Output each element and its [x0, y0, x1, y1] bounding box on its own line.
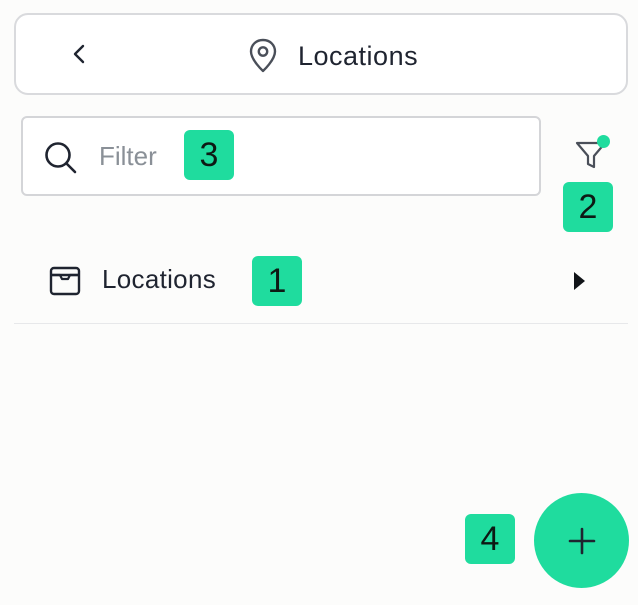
- header-bar: Locations: [14, 13, 628, 95]
- map-pin-icon: [249, 38, 277, 73]
- filter-active-indicator: [597, 135, 610, 148]
- chevron-left-icon: [73, 44, 85, 64]
- back-button[interactable]: [62, 37, 96, 71]
- badge-4: 4: [465, 514, 515, 564]
- search-icon: [45, 142, 77, 174]
- list-item-locations[interactable]: Locations: [14, 240, 628, 324]
- filter-button[interactable]: [568, 132, 614, 178]
- header-title-group: Locations: [248, 36, 418, 76]
- filter-field[interactable]: [21, 116, 541, 196]
- archive-box-icon: [49, 266, 81, 296]
- page: Locations Locations 3 2 1 4: [0, 0, 638, 605]
- badge-1: 1: [252, 256, 302, 306]
- list-item-label: Locations: [102, 264, 216, 294]
- page-title: Locations: [298, 40, 419, 71]
- filter-input[interactable]: [99, 136, 519, 176]
- caret-right-icon: [574, 272, 585, 290]
- badge-2: 2: [563, 182, 613, 232]
- badge-3: 3: [184, 130, 234, 180]
- plus-icon: [568, 527, 595, 554]
- add-button[interactable]: [534, 493, 629, 588]
